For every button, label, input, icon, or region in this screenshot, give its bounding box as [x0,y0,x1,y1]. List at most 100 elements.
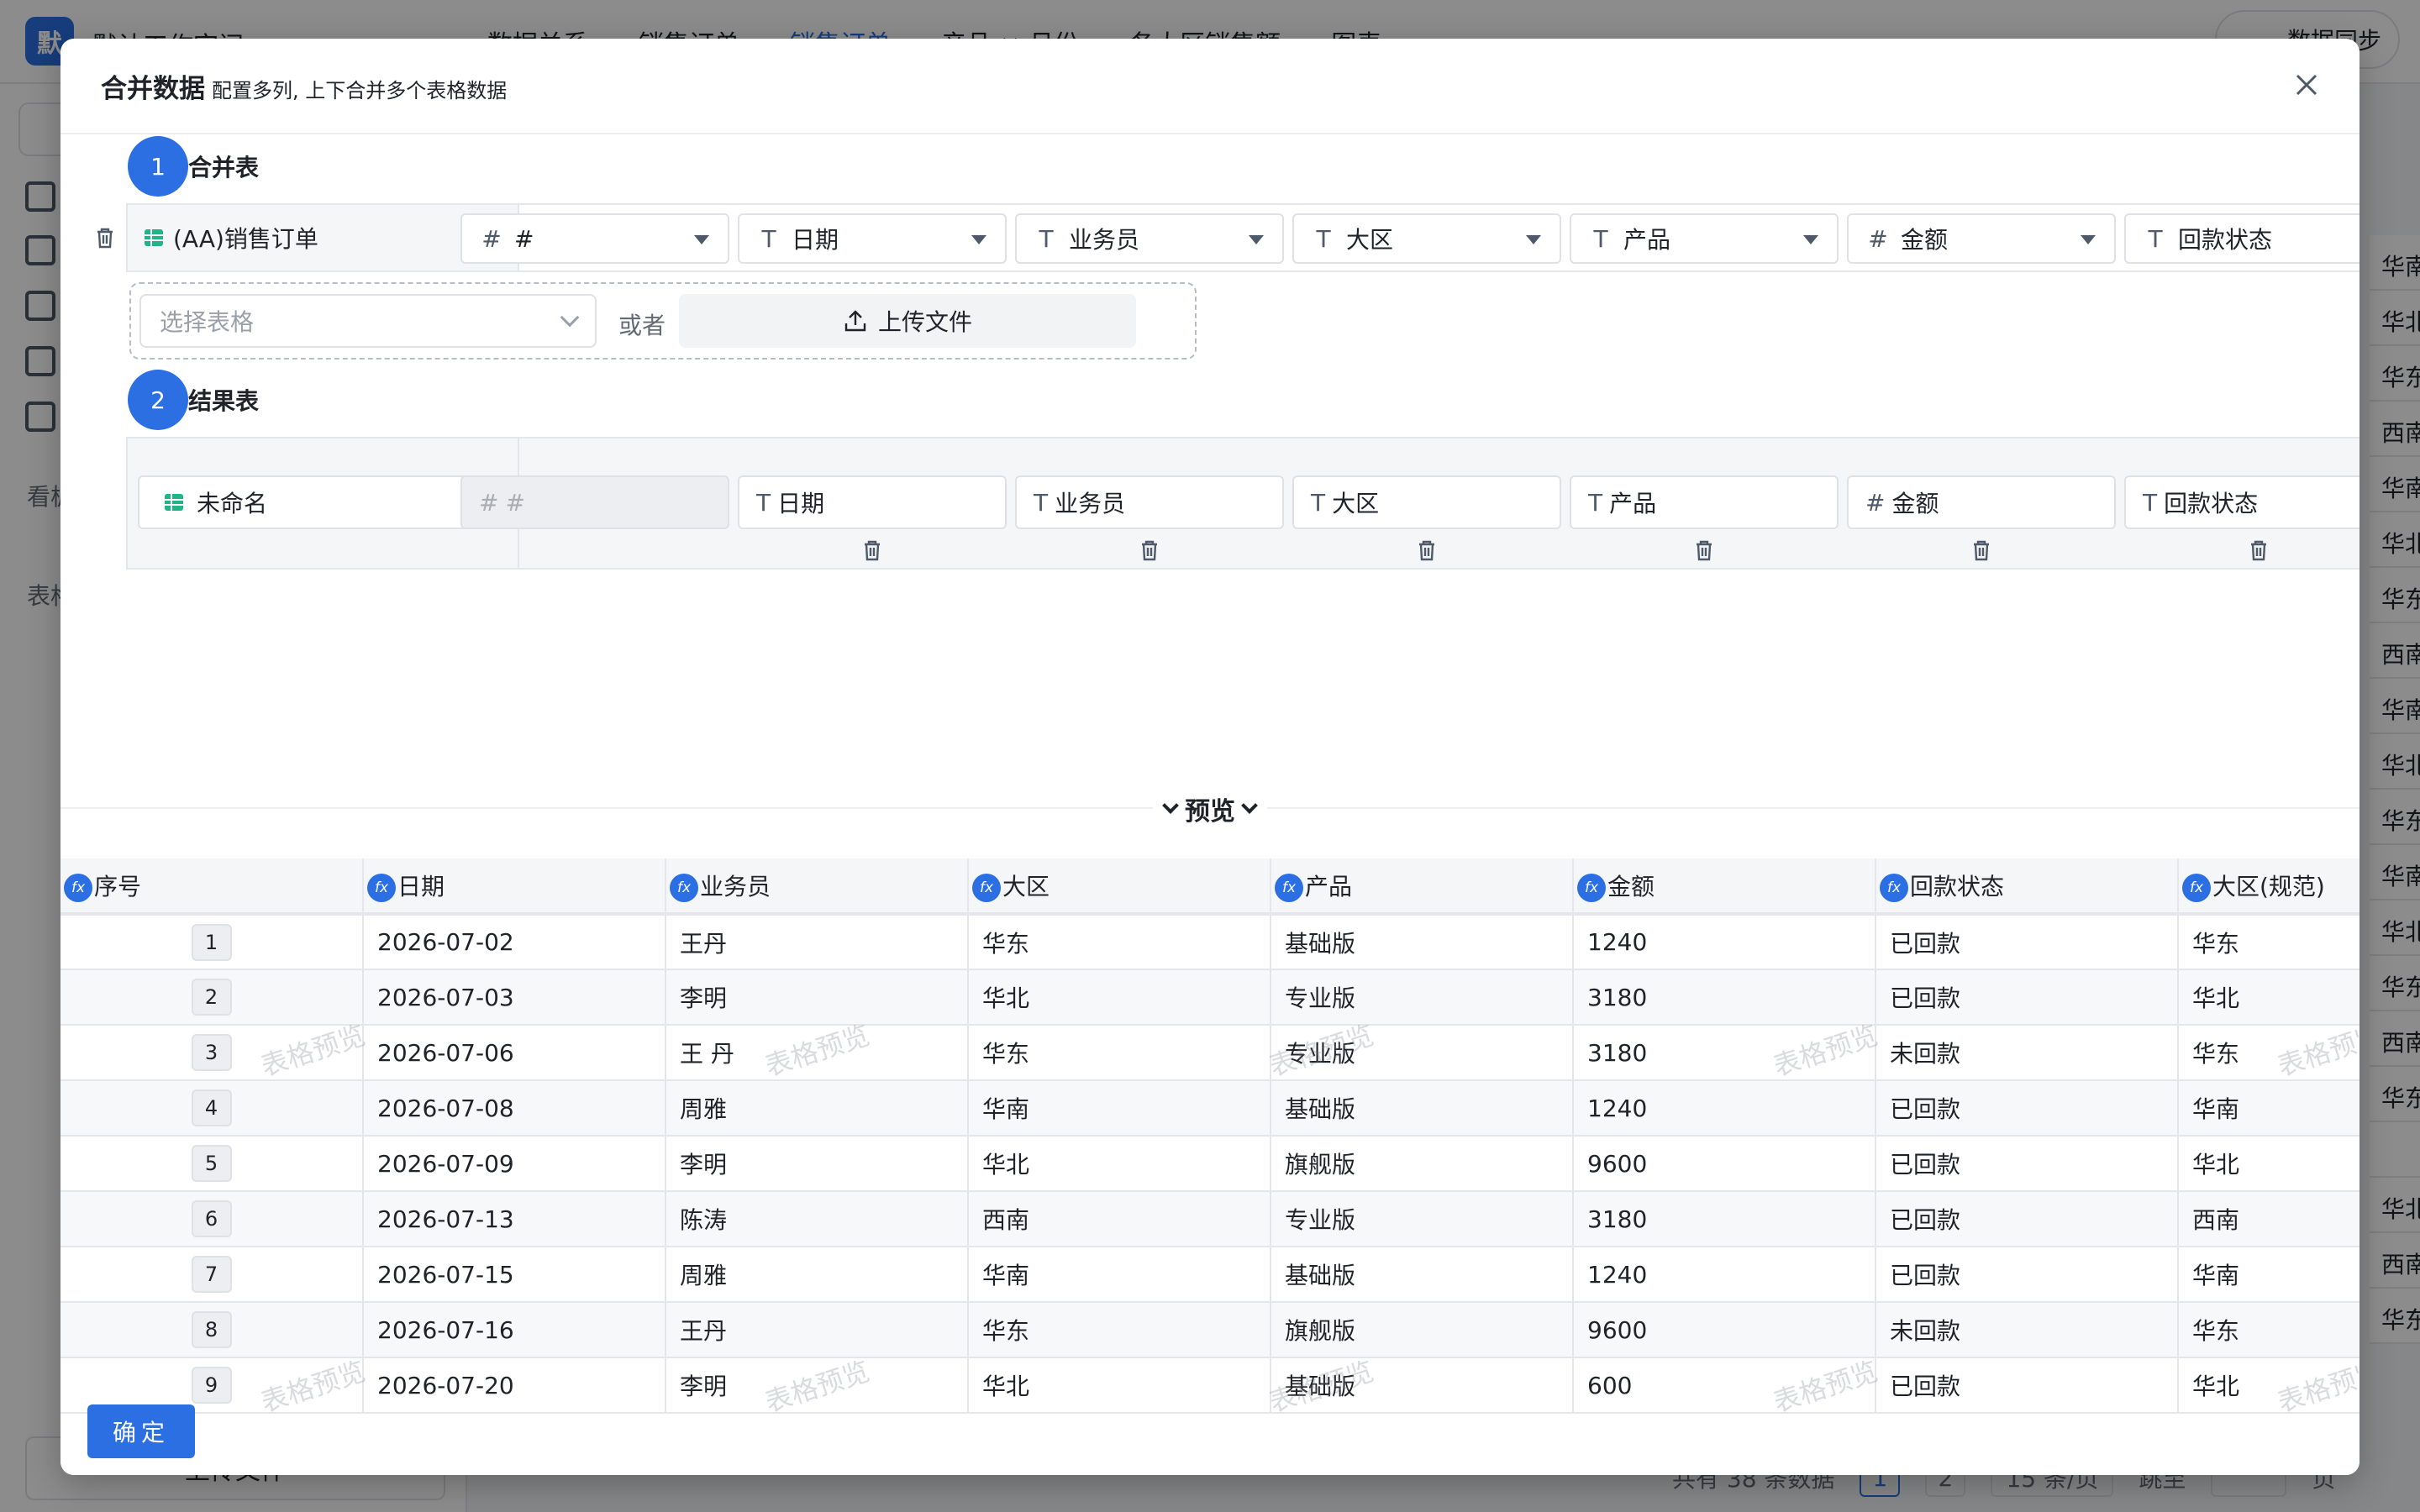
formula-icon: fx [670,874,698,902]
source-field-name: 日期 [792,226,839,254]
table-cell: 6 [60,1191,364,1247]
source-field-select[interactable]: # 金额 [1847,213,2116,264]
row-index-badge: 2 [191,979,232,1016]
text-type-icon: T [1593,224,1608,253]
table-row: 2 2026-07-03 李明 华北 专业版 3180 已回款 华北 [60,969,2360,1026]
source-field-select[interactable]: T 产品 [1570,213,1839,264]
table-cell: 基础版 [1270,1080,1574,1137]
source-table-row: (AA)销售订单 # # T 日期 T 业务员 T 大区 T 产品 # 金额 T 回款状态 [126,203,2360,272]
table-cell: 已回款 [1876,1080,2179,1137]
preview-table-container[interactable]: fx 序号 fx 日期 fx 业务员 fx 大区 fx 产品 fx 金额 fx 回款状态 fx 大区(规范) … [60,858,2360,1426]
table-cell: 华北 [968,969,1271,1026]
select-table-dropdown[interactable]: 选择表格 [139,294,597,348]
table-cell: 3180 [1573,969,1876,1026]
preview-column-header[interactable]: fx 业务员 [666,858,969,916]
preview-column-header[interactable]: fx 金额 [1573,858,1876,916]
result-field-name: 回款状态 [2164,490,2259,517]
source-field-select[interactable]: T 日期 [738,213,1007,264]
source-field-select[interactable]: T 业务员 [1015,213,1284,264]
chevron-down-icon [1241,797,1258,814]
formula-icon: fx [1880,874,1908,902]
table-cell: 1240 [1573,1080,1876,1137]
result-field-name: 产品 [1609,490,1657,517]
result-field-input[interactable]: T 日期 [738,475,1007,529]
modal-title: 合并数据 配置多列, 上下合并多个表格数据 [101,67,507,105]
result-field-input[interactable]: T 大区 [1292,475,1561,529]
text-type-icon: T [2143,488,2158,517]
result-table-name-input[interactable]: 未命名 [138,475,508,529]
table-cell: 5 [60,1136,364,1192]
table-row: 6 2026-07-13 陈涛 西南 专业版 3180 已回款 西南 [60,1191,2360,1247]
delete-field-icon[interactable] [1137,538,1162,563]
preview-column-header[interactable]: fx 大区(规范) [2178,858,2360,916]
row-index-badge: 1 [191,923,232,961]
close-button[interactable] [2287,66,2326,104]
result-field-input[interactable]: T 产品 [1570,475,1839,529]
upload-icon [844,310,866,332]
source-field-name: 回款状态 [2178,226,2273,254]
table-cell: 李明 [666,969,969,1026]
table-icon [145,229,163,246]
delete-source-table-icon[interactable] [92,225,118,250]
table-cell: 4 [60,1080,364,1137]
table-cell: 已回款 [1876,969,2179,1026]
close-icon [2296,74,2317,96]
table-cell: 7 [60,1247,364,1303]
column-header-label: 序号 [94,873,142,900]
table-row: 8 2026-07-16 王丹 华东 旗舰版 9600 未回款 华东 [60,1302,2360,1358]
source-field-select[interactable]: T 大区 [1292,213,1561,264]
delete-field-icon[interactable] [2246,538,2271,563]
preview-column-header[interactable]: fx 序号 [60,858,364,916]
table-cell: 基础版 [1270,1357,1574,1414]
preview-column-header[interactable]: fx 回款状态 [1876,858,2179,916]
column-header-label: 日期 [397,873,445,900]
chevron-down-icon [560,307,580,328]
table-cell: 周雅 [666,1080,969,1137]
formula-icon: fx [64,874,92,902]
table-cell: 2026-07-08 [363,1080,666,1137]
table-cell: 专业版 [1270,969,1574,1026]
result-field-input[interactable]: T 业务员 [1015,475,1284,529]
step-label: 合并表 [188,154,260,181]
table-cell: 旗舰版 [1270,1136,1574,1192]
source-field-select[interactable]: # # [460,213,729,264]
text-type-icon: T [1316,224,1331,253]
preview-column-header[interactable]: fx 日期 [363,858,666,916]
delete-field-icon[interactable] [860,538,885,563]
source-field-select[interactable]: T 回款状态 [2124,213,2360,264]
text-type-icon: T [1311,488,1326,517]
upload-file-button[interactable]: 上传文件 [679,294,1136,348]
result-field-input[interactable]: T 回款状态 [2124,475,2360,529]
source-field-name: 大区 [1346,226,1394,254]
confirm-button[interactable]: 确定 [87,1404,195,1458]
table-cell: 周雅 [666,1247,969,1303]
delete-field-icon[interactable] [1691,538,1717,563]
table-cell: 专业版 [1270,1191,1574,1247]
delete-field-icon[interactable] [1969,538,1994,563]
table-cell: 1 [60,914,364,970]
formula-icon: fx [1275,874,1303,902]
source-field-name: # [514,224,534,253]
step-merge-tables: 1 合并表 [128,136,259,197]
text-type-icon: T [756,488,771,517]
table-cell: 2026-07-15 [363,1247,666,1303]
table-cell: 2026-07-13 [363,1191,666,1247]
row-index-badge: 7 [191,1256,232,1293]
column-header-label: 业务员 [700,873,771,900]
formula-icon: fx [1577,874,1606,902]
table-cell: 华东 [2178,1302,2360,1358]
preview-column-header[interactable]: fx 产品 [1270,858,1574,916]
preview-toggle[interactable]: 预览 [1153,791,1267,827]
text-type-icon: T [1588,488,1603,517]
text-type-icon: T [2148,224,2163,253]
table-cell: 华东 [968,1302,1271,1358]
column-header-label: 金额 [1607,873,1655,900]
preview-column-header[interactable]: fx 大区 [968,858,1271,916]
result-field-input[interactable]: # 金额 [1847,475,2116,529]
table-cell: 华南 [2178,1080,2360,1137]
caret-down-icon [1526,235,1541,244]
delete-field-icon[interactable] [1414,538,1439,563]
table-cell: 华北 [2178,1136,2360,1192]
source-table-label: (AA)销售订单 [173,225,318,253]
formula-icon: fx [367,874,396,902]
